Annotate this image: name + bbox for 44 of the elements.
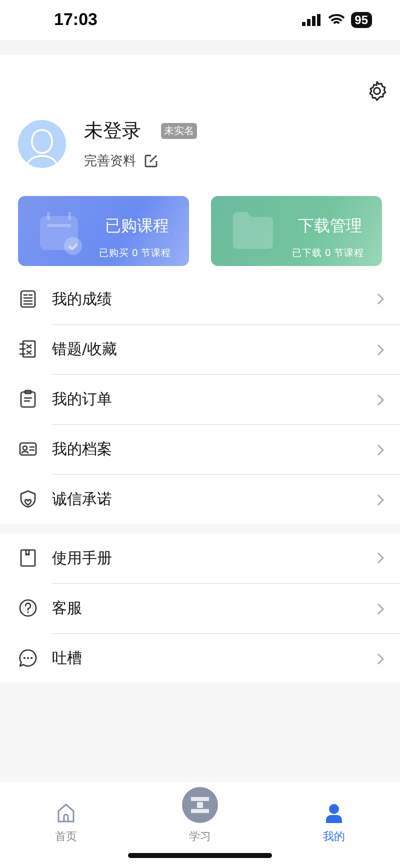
- calendar-icon: [38, 210, 84, 256]
- report-icon: [18, 289, 38, 309]
- verification-badge: 未实名: [161, 123, 197, 139]
- avatar: [18, 120, 66, 168]
- menu-item[interactable]: 诚信承诺: [0, 474, 400, 524]
- person-icon: [325, 803, 343, 823]
- tab[interactable]: 首页: [20, 782, 112, 866]
- shield-heart-icon: [18, 489, 38, 509]
- tab[interactable]: 学习: [154, 782, 246, 866]
- chevron-icon: [377, 652, 384, 664]
- home-icon: [57, 803, 75, 823]
- tab[interactable]: 我的: [288, 782, 380, 866]
- card-subtitle: 已购买 0 节课程: [98, 247, 171, 260]
- card-title: 已购课程: [105, 216, 169, 237]
- study-icon: [182, 787, 218, 823]
- menu-item[interactable]: 错题/收藏: [0, 324, 400, 374]
- chevron-icon: [377, 444, 384, 456]
- chevron-icon: [377, 394, 384, 406]
- status-time: 17:03: [54, 10, 98, 30]
- help-icon: [18, 598, 38, 618]
- card-title: 下载管理: [298, 216, 362, 237]
- notebook-icon: [18, 339, 38, 359]
- menu-item[interactable]: 我的成绩: [0, 274, 400, 324]
- chevron-icon: [377, 602, 384, 614]
- wifi-icon: [328, 14, 345, 26]
- signal-icon: [302, 14, 322, 26]
- menu-item[interactable]: 我的订单: [0, 374, 400, 424]
- menu-item[interactable]: 客服: [0, 583, 400, 633]
- clipboard-icon: [18, 389, 38, 409]
- menu-item[interactable]: 使用手册: [0, 533, 400, 583]
- chevron-icon: [377, 494, 384, 506]
- chevron-icon: [377, 293, 384, 305]
- settings-icon[interactable]: [366, 80, 388, 102]
- edit-icon[interactable]: [144, 154, 158, 168]
- card-subtitle: 已下载 0 节课程: [292, 247, 364, 260]
- edit-profile-link[interactable]: 完善资料: [84, 152, 136, 170]
- book-icon: [18, 548, 38, 568]
- menu-item[interactable]: 我的档案: [0, 424, 400, 474]
- battery-level: 95: [350, 12, 372, 28]
- menu-item[interactable]: 吐槽: [0, 633, 400, 683]
- chevron-icon: [377, 552, 384, 564]
- user-name: 未登录: [84, 119, 141, 144]
- chat-icon: [18, 648, 38, 668]
- chevron-icon: [377, 344, 384, 356]
